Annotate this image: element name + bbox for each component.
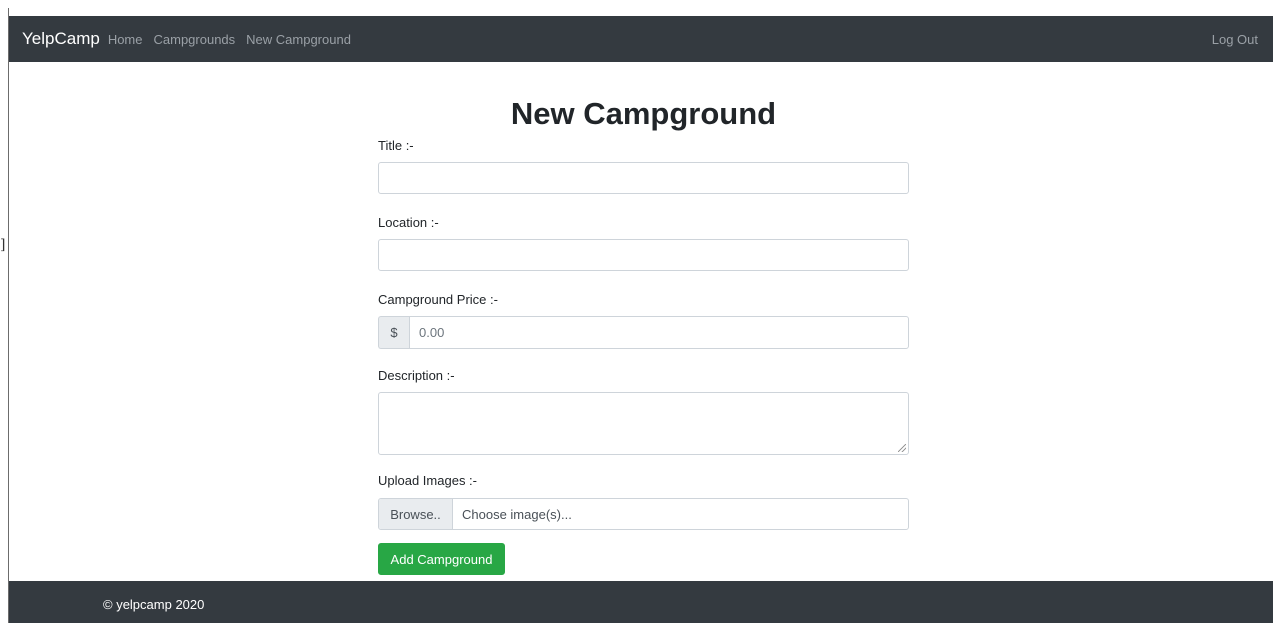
file-upload[interactable]: Browse.. Choose image(s)... (378, 498, 909, 530)
description-textarea[interactable] (378, 392, 909, 455)
nav-link-home[interactable]: Home (108, 32, 143, 47)
page-frame: ] YelpCamp Home Campgrounds New Campgrou… (0, 0, 1273, 623)
location-label: Location :- (378, 215, 439, 230)
title-input[interactable] (378, 162, 909, 194)
title-label: Title :- (378, 138, 414, 153)
page-title: New Campground (510, 96, 777, 131)
images-label: Upload Images :- (378, 473, 477, 488)
nav-link-new-campground[interactable]: New Campground (246, 32, 351, 47)
add-campground-button[interactable]: Add Campground (378, 543, 505, 575)
resize-grip-icon[interactable] (898, 444, 906, 452)
footer: © yelpcamp 2020 (9, 581, 1273, 623)
location-input[interactable] (378, 239, 909, 271)
brand-link[interactable]: YelpCamp (22, 29, 100, 49)
footer-copyright: © yelpcamp 2020 (103, 597, 205, 612)
nav-link-campgrounds[interactable]: Campgrounds (154, 32, 236, 47)
description-label: Description :- (378, 368, 455, 383)
price-input[interactable]: 0.00 (409, 316, 909, 349)
logout-link[interactable]: Log Out (1212, 32, 1258, 47)
new-campground-form: New Campground Title :- Location :- Camp… (378, 62, 909, 575)
dollar-addon: $ (378, 316, 409, 349)
window-edge (8, 8, 9, 623)
price-label: Campground Price :- (378, 292, 498, 307)
navbar: YelpCamp Home Campgrounds New Campground… (9, 16, 1273, 62)
browse-button[interactable]: Browse.. (379, 499, 453, 529)
file-input-label[interactable]: Choose image(s)... (453, 499, 908, 529)
price-input-group: $ 0.00 (378, 316, 909, 349)
stray-bracket-glyph: ] (0, 237, 6, 253)
